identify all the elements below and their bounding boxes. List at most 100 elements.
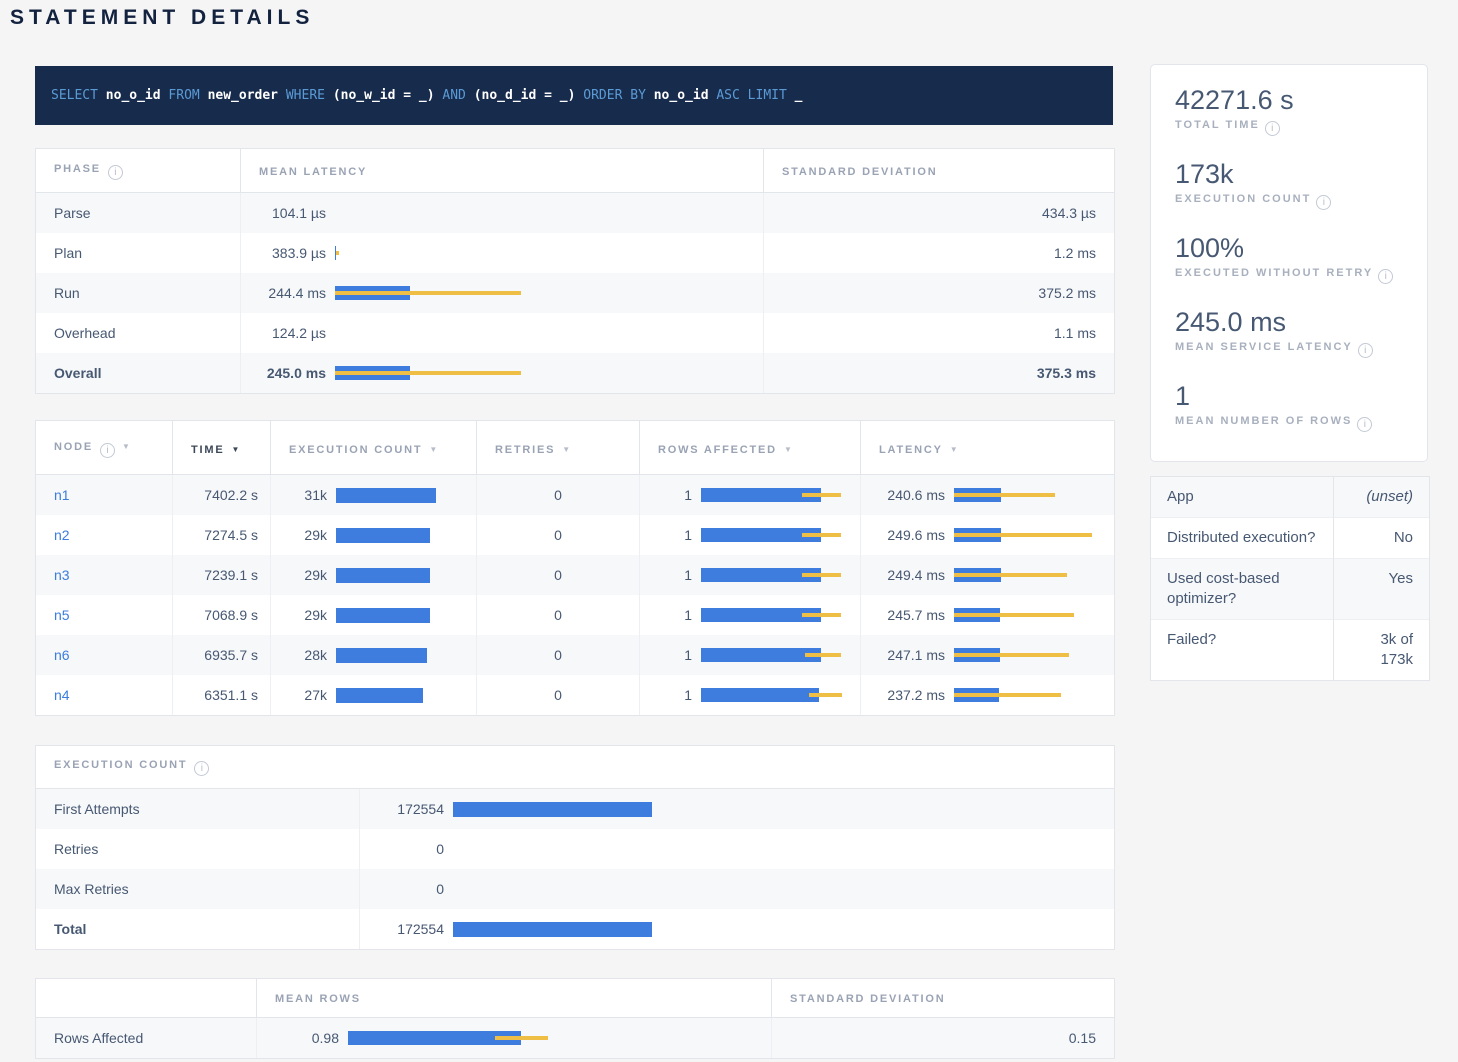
cell-value: 0.98 — [275, 1030, 339, 1046]
info-icon[interactable]: i — [1316, 195, 1331, 210]
execution-count-cell: 28k — [271, 635, 477, 675]
retries-cell: 0 — [477, 635, 640, 675]
node-link[interactable]: n4 — [54, 687, 70, 703]
sort-desc-icon: ▼ — [231, 445, 239, 454]
mean-rows-column-header: MEAN ROWS — [257, 979, 772, 1018]
bar-cell: 244.4 ms — [259, 273, 745, 313]
standard-deviation-column-header: STANDARD DEVIATION — [772, 979, 1114, 1018]
cell-value: 1 — [658, 567, 692, 583]
cell-value: 0 — [372, 841, 444, 857]
time-column-header[interactable]: TIME▼ — [173, 421, 271, 475]
rows-affected-column-header[interactable]: ROWS AFFECTED▼ — [640, 421, 861, 475]
phase-column-header: PHASEi — [36, 149, 241, 193]
phase-table: PHASEi MEAN LATENCY STANDARD DEVIATION P… — [35, 148, 1115, 394]
bar-stddev — [802, 493, 841, 497]
table-row: Overhead124.2 µs1.1 ms — [36, 313, 1114, 353]
stat-label: MEAN SERVICE LATENCYi — [1175, 341, 1409, 358]
stat-item: 100%EXECUTED WITHOUT RETRYi — [1175, 233, 1409, 284]
info-icon[interactable]: i — [108, 165, 123, 180]
bar-chart — [954, 528, 1092, 542]
execution-count-cell: 31k — [271, 475, 477, 515]
node-link[interactable]: n5 — [54, 607, 70, 623]
bar-mean — [453, 922, 652, 937]
bar-cell: 0 — [372, 829, 1096, 869]
app-detail-value: No — [1333, 518, 1429, 559]
sql-identifier: no_o_id — [106, 88, 161, 103]
rows-affected-cell: 1 — [640, 515, 861, 555]
info-icon[interactable]: i — [1265, 121, 1280, 136]
rows-affected-label-cell: Rows Affected — [36, 1018, 257, 1058]
sql-keyword: LIMIT — [748, 88, 787, 103]
bar-chart — [701, 648, 841, 662]
bar-cell: 1 — [658, 515, 842, 555]
bar-cell: 27k — [289, 675, 458, 715]
table-row: Parse104.1 µs434.3 µs — [36, 193, 1114, 233]
stat-value: 245.0 ms — [1175, 307, 1409, 337]
execution-count-column-header[interactable]: EXECUTION COUNT▼ — [271, 421, 477, 475]
retries-column-header[interactable]: RETRIES▼ — [477, 421, 640, 475]
table-row: Used cost-based optimizer?Yes — [1151, 559, 1429, 620]
node-column-header[interactable]: NODEi▼ — [36, 421, 173, 475]
app-detail-label: App — [1151, 477, 1333, 518]
bar-stddev — [954, 693, 1061, 697]
node-cell: n2 — [36, 515, 173, 555]
time-cell: 6935.7 s — [173, 635, 271, 675]
stat-value: 1 — [1175, 381, 1409, 411]
bar-cell: 1 — [658, 475, 842, 515]
bar-cell: 28k — [289, 635, 458, 675]
bar-cell: 1 — [658, 635, 842, 675]
info-icon[interactable]: i — [100, 443, 115, 458]
bar-chart — [335, 286, 521, 300]
info-icon[interactable]: i — [194, 761, 209, 776]
page-title: STATEMENT DETAILS — [10, 6, 314, 30]
rows-affected-cell: 1 — [640, 675, 861, 715]
bar-cell: 240.6 ms — [879, 475, 1096, 515]
bar-stddev — [335, 291, 521, 295]
bar-cell: 245.0 ms — [259, 353, 745, 393]
table-row: n37239.1 s29k01249.4 ms — [36, 555, 1114, 595]
bar-chart — [336, 528, 430, 543]
node-cell: n5 — [36, 595, 173, 635]
latency-column-header[interactable]: LATENCY▼ — [861, 421, 1114, 475]
node-table-header-row: NODEi▼ TIME▼ EXECUTION COUNT▼ RETRIES▼ R… — [36, 421, 1114, 475]
sql-identifier: (no_w_id = _) — [333, 88, 435, 103]
cell-value: 29k — [289, 527, 327, 543]
bar-cell: 29k — [289, 555, 458, 595]
node-link[interactable]: n3 — [54, 567, 70, 583]
retries-cell: 0 — [477, 555, 640, 595]
bar-cell: 124.2 µs — [259, 313, 745, 353]
cell-value: 1 — [658, 607, 692, 623]
execution-count-cell: 29k — [271, 515, 477, 555]
info-icon[interactable]: i — [1357, 417, 1372, 432]
cell-value: 29k — [289, 607, 327, 623]
latency-cell: 240.6 ms — [861, 475, 1114, 515]
bar-cell: 383.9 µs — [259, 233, 745, 273]
bar-stddev — [954, 653, 1069, 657]
time-cell: 7068.9 s — [173, 595, 271, 635]
node-link[interactable]: n2 — [54, 527, 70, 543]
bar-mean — [336, 488, 436, 503]
table-row: First Attempts172554 — [36, 789, 1114, 829]
info-icon[interactable]: i — [1358, 343, 1373, 358]
mean-latency-column-header: MEAN LATENCY — [241, 149, 764, 193]
node-link[interactable]: n6 — [54, 647, 70, 663]
rows-affected-cell: 1 — [640, 475, 861, 515]
node-link[interactable]: n1 — [54, 487, 70, 503]
info-icon[interactable]: i — [1378, 269, 1393, 284]
time-cell: 6351.1 s — [173, 675, 271, 715]
sql-keyword: WHERE — [286, 88, 325, 103]
bar-mean — [336, 568, 430, 583]
stat-item: 1MEAN NUMBER OF ROWSi — [1175, 381, 1409, 432]
execution-count-title-row: EXECUTION COUNTi — [36, 746, 1114, 789]
sql-identifier: new_order — [208, 88, 278, 103]
bar-cell: 1 — [658, 675, 842, 715]
app-detail-label: Used cost-based optimizer? — [1151, 559, 1333, 620]
bar-stddev — [336, 251, 339, 255]
bar-mean — [336, 608, 430, 623]
mean-latency-cell: 124.2 µs — [241, 313, 764, 353]
bar-cell: 0 — [372, 869, 1096, 909]
bar-stddev — [809, 693, 842, 697]
cell-value: 0 — [372, 881, 444, 897]
bar-stddev — [802, 573, 841, 577]
table-row: Max Retries0 — [36, 869, 1114, 909]
